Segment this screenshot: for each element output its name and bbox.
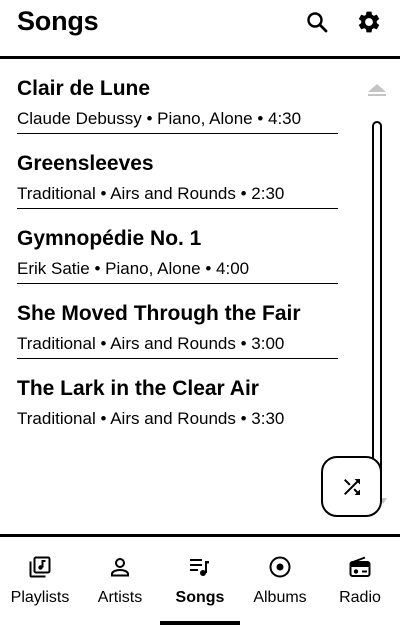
app-screen: Songs Clair de Lune Claude Debussy • Pia… (0, 0, 400, 627)
nav-label: Artists (97, 589, 143, 606)
page-title: Songs (17, 6, 99, 36)
song-title: Greensleeves (17, 152, 154, 175)
scrollbar-thumb[interactable] (372, 121, 382, 504)
song-row[interactable]: The Lark in the Clear Air Traditional • … (0, 359, 338, 434)
song-row[interactable]: She Moved Through the Fair Traditional •… (0, 284, 338, 359)
nav-item-playlists[interactable]: Playlists (0, 537, 80, 627)
song-row[interactable]: Clair de Lune Claude Debussy • Piano, Al… (0, 59, 338, 134)
shuffle-button[interactable] (321, 456, 382, 517)
nav-item-radio[interactable]: Radio (320, 537, 400, 627)
nav-label: Albums (253, 589, 307, 606)
nav-item-albums[interactable]: Albums (240, 537, 320, 627)
nav-label: Playlists (10, 589, 70, 606)
song-meta: Traditional • Airs and Rounds • 3:00 (17, 334, 285, 353)
song-meta: Traditional • Airs and Rounds • 3:30 (17, 409, 285, 428)
shuffle-icon (343, 478, 360, 495)
gear-icon (358, 11, 380, 33)
song-row[interactable]: Greensleeves Traditional • Airs and Roun… (0, 134, 338, 209)
nav-item-songs[interactable]: Songs (160, 537, 240, 627)
scroll-up-arrow-icon[interactable] (366, 82, 388, 98)
radio-icon (348, 555, 372, 579)
queue-music-icon (188, 555, 212, 579)
album-icon (268, 555, 292, 579)
song-row[interactable]: Gymnopédie No. 1 Erik Satie • Piano, Alo… (0, 209, 338, 284)
song-meta: Erik Satie • Piano, Alone • 4:00 (17, 259, 250, 278)
song-meta: Claude Debussy • Piano, Alone • 4:30 (17, 109, 302, 128)
person-icon (108, 555, 132, 579)
song-meta: Traditional • Airs and Rounds • 2:30 (17, 184, 285, 203)
song-title: Clair de Lune (17, 77, 151, 100)
nav-label: Songs (175, 589, 225, 606)
nav-item-artists[interactable]: Artists (80, 537, 160, 627)
search-button[interactable] (303, 8, 331, 36)
nav-label: Radio (339, 589, 381, 606)
song-title: She Moved Through the Fair (17, 302, 301, 325)
bottom-navigation: Playlists Artists Songs Albums Radio (0, 537, 400, 627)
song-title: Gymnopédie No. 1 (17, 227, 202, 250)
active-tab-indicator (160, 621, 240, 625)
search-icon (307, 12, 328, 33)
playlist-icon (28, 555, 52, 579)
top-app-bar: Songs (0, 0, 400, 59)
settings-button[interactable] (355, 8, 383, 36)
song-title: The Lark in the Clear Air (17, 377, 259, 400)
